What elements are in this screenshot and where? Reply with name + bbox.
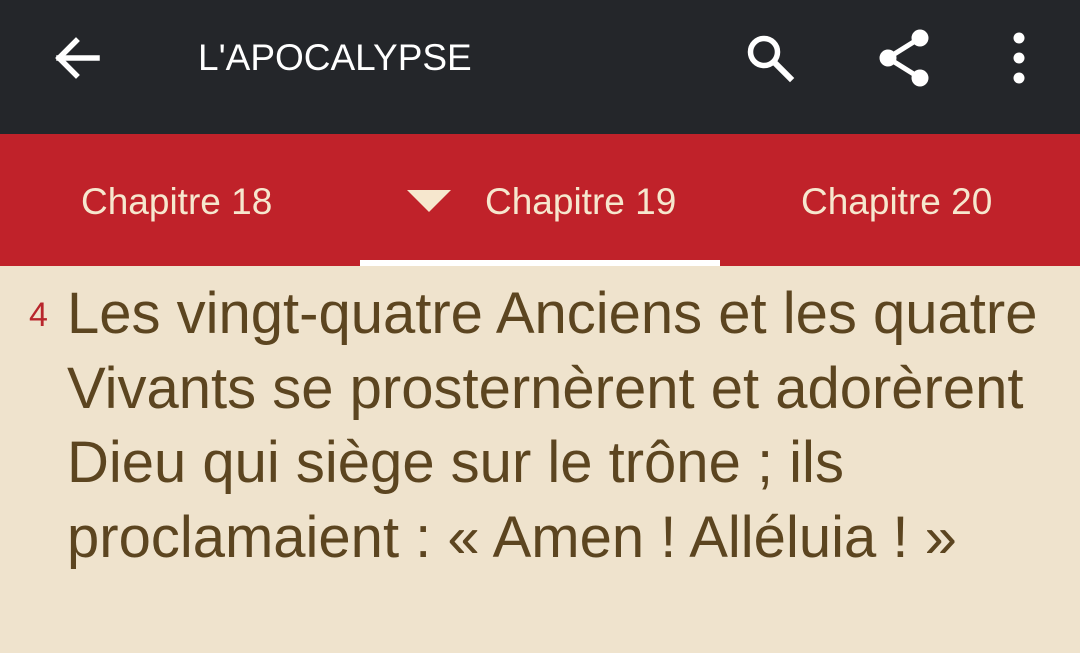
tab-label: Chapitre 20 <box>801 181 993 222</box>
tab-current-chapter[interactable]: Chapitre 19 <box>360 134 720 266</box>
tab-label: Chapitre 18 <box>81 181 273 222</box>
share-icon <box>879 29 929 87</box>
page-title: L'APOCALYPSE <box>198 37 472 78</box>
search-icon <box>747 35 795 83</box>
search-button[interactable] <box>728 18 812 98</box>
caret-down-icon[interactable] <box>407 190 451 212</box>
chapter-tab-bar: Chapitre 18 Chapitre 19 Chapitre 20 <box>0 134 1080 266</box>
tab-label: Chapitre 19 <box>485 181 677 222</box>
share-button[interactable] <box>862 18 946 98</box>
back-button[interactable] <box>35 18 119 98</box>
arrow-left-icon <box>55 37 100 79</box>
more-vertical-icon <box>1013 32 1025 84</box>
verse-number: 4 <box>29 296 48 334</box>
more-options-button[interactable] <box>977 18 1061 98</box>
tab-previous-chapter[interactable]: Chapitre 18 <box>0 134 360 266</box>
app-bar: L'APOCALYPSE <box>0 0 1080 134</box>
tab-next-chapter[interactable]: Chapitre 20 <box>720 134 1080 266</box>
chapter-content[interactable]: 4 Les vingt-quatre Anciens et les quatre… <box>0 266 1080 653</box>
verse-text[interactable]: Les vingt-quatre Anciens et les quatre V… <box>67 277 1057 575</box>
